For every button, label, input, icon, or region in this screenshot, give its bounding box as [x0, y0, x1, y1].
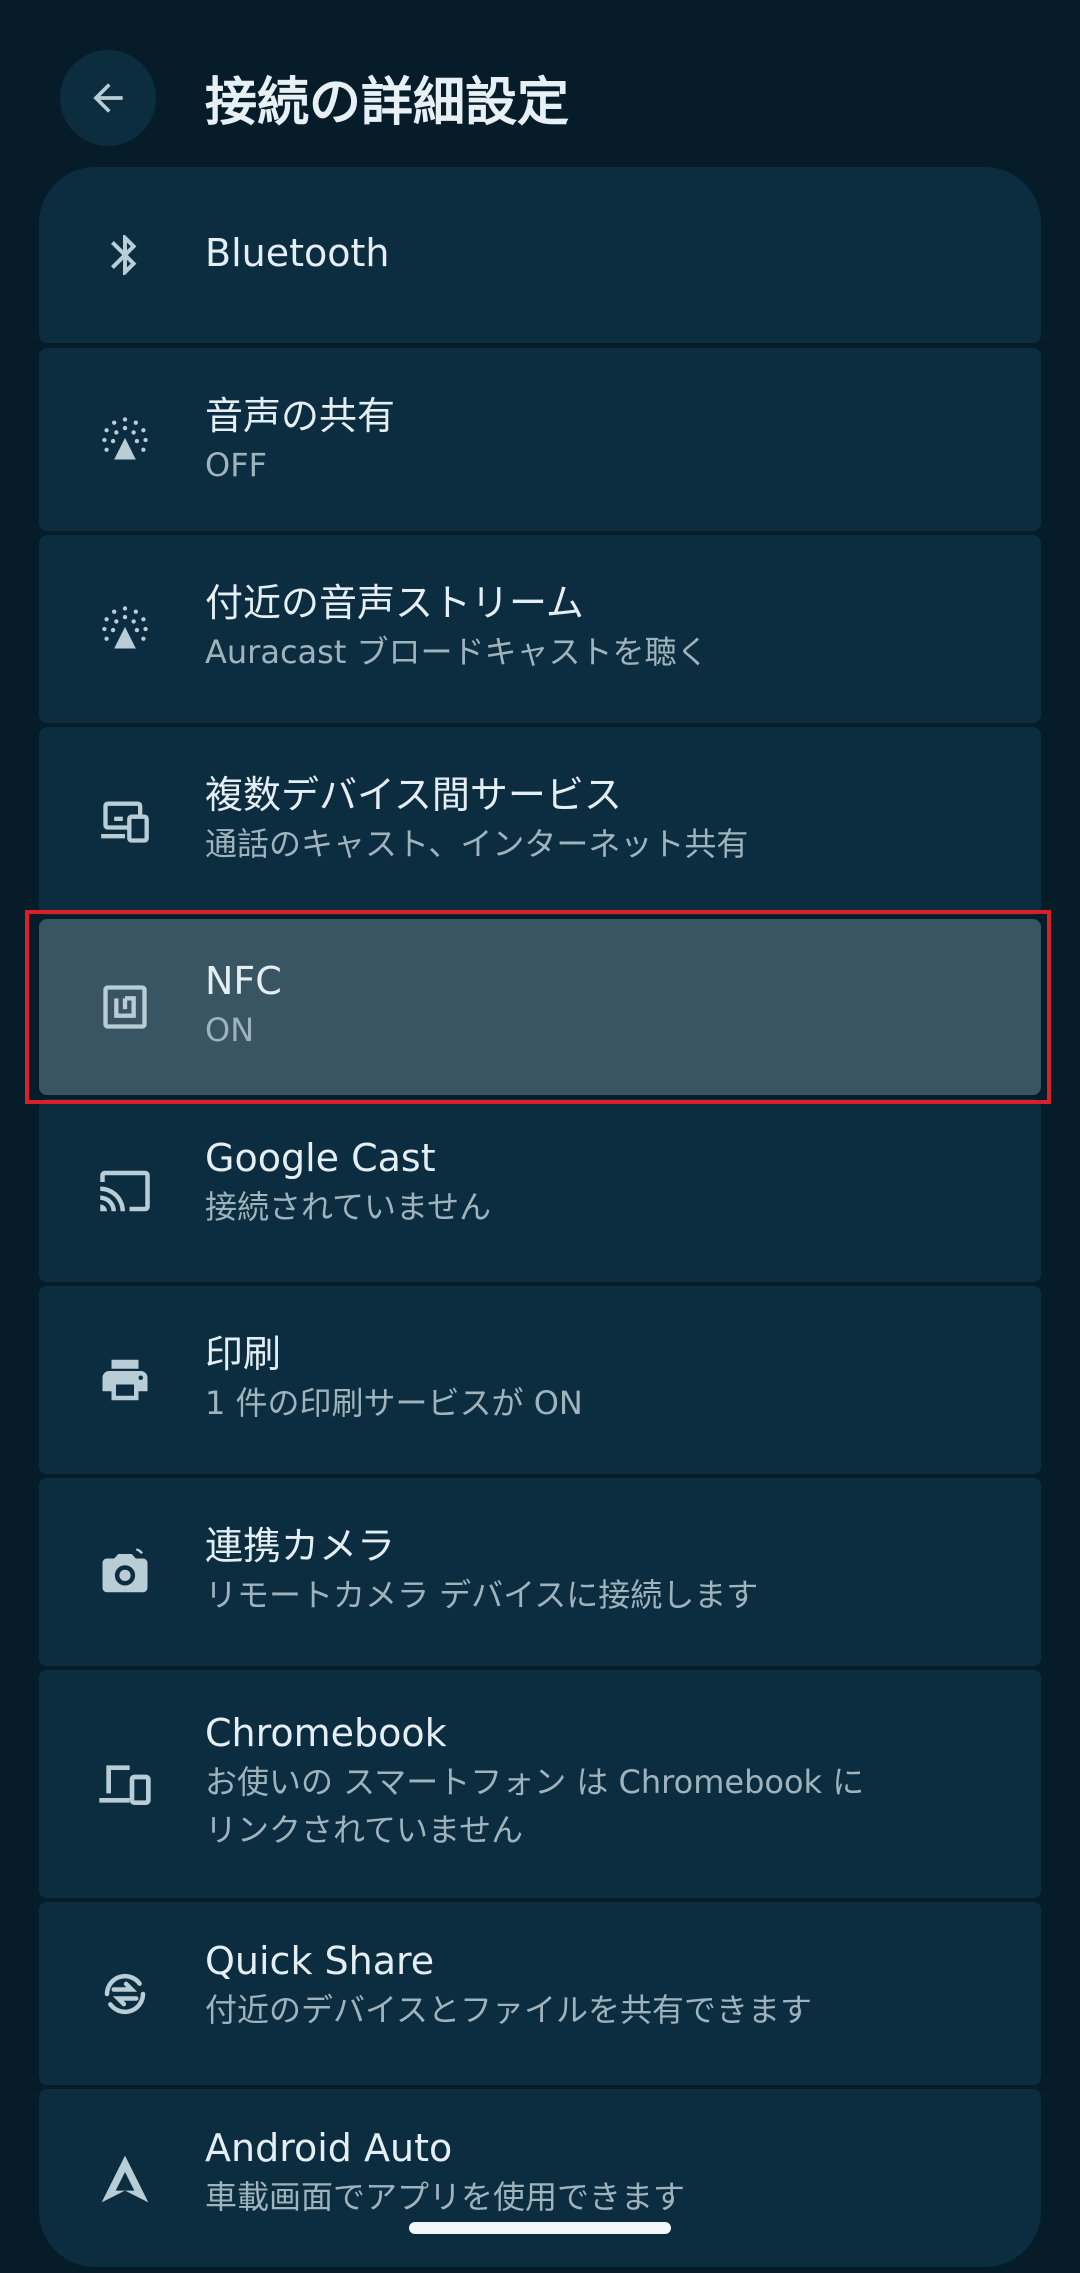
- setting-quick-share[interactable]: Quick Share 付近のデバイスとファイルを共有できます: [39, 1902, 1041, 2085]
- quick-share-icon: [97, 1966, 153, 2022]
- setting-title: Bluetooth: [205, 231, 390, 275]
- setting-nearby-audio-stream[interactable]: 付近の音声ストリーム Auracast ブロードキャストを聴く: [39, 535, 1041, 723]
- cast-icon: [97, 1163, 153, 1219]
- setting-summary: 付近のデバイスとファイルを共有できます: [205, 1991, 813, 2029]
- setting-summary: 車載画面でアプリを使用できます: [205, 2178, 686, 2216]
- setting-audio-sharing[interactable]: 音声の共有 OFF: [39, 348, 1041, 531]
- print-icon: [97, 1352, 153, 1408]
- bluetooth-icon: [97, 227, 153, 283]
- setting-summary: 通話のキャスト、インターネット共有: [205, 825, 749, 863]
- setting-android-auto[interactable]: Android Auto 車載画面でアプリを使用できます: [39, 2089, 1041, 2267]
- audio-stream-icon: [97, 601, 153, 657]
- page-title: 接続の詳細設定: [205, 73, 570, 133]
- setting-google-cast[interactable]: Google Cast 接続されていません: [39, 1099, 1041, 1282]
- cross-device-icon: [97, 793, 153, 849]
- summary-line: リンクされていません: [205, 1811, 524, 1849]
- setting-summary: Auracast ブロードキャストを聴く: [205, 633, 709, 671]
- setting-chromebook[interactable]: Chromebook お使いの スマートフォン は Chromebook に リ…: [39, 1670, 1041, 1898]
- arrow-back-icon: [86, 76, 130, 120]
- setting-summary: OFF: [205, 446, 267, 484]
- setting-title: 付近の音声ストリーム: [205, 581, 584, 625]
- gesture-navigation-handle[interactable]: [409, 2222, 671, 2234]
- setting-cross-device-services[interactable]: 複数デバイス間サービス 通話のキャスト、インターネット共有: [39, 727, 1041, 915]
- top-app-bar: 接続の詳細設定: [0, 0, 1080, 165]
- chromebook-icon: [97, 1756, 153, 1812]
- summary-line: お使いの スマートフォン は Chromebook に: [205, 1763, 865, 1801]
- nfc-icon: [97, 979, 153, 1035]
- setting-title: 音声の共有: [205, 394, 396, 438]
- setting-summary: お使いの スマートフォン は Chromebook に リンクされていません: [205, 1758, 1001, 1854]
- setting-title: Chromebook: [205, 1711, 447, 1755]
- setting-title: Google Cast: [205, 1136, 436, 1180]
- android-auto-icon: [97, 2151, 153, 2207]
- setting-summary: ON: [205, 1011, 255, 1049]
- setting-title: 印刷: [205, 1332, 282, 1376]
- setting-connected-camera[interactable]: 連携カメラ リモートカメラ デバイスに接続します: [39, 1478, 1041, 1666]
- audio-sharing-icon: [97, 412, 153, 468]
- back-button[interactable]: [60, 50, 156, 146]
- setting-summary: 接続されていません: [205, 1188, 492, 1226]
- setting-nfc[interactable]: NFC ON: [39, 919, 1041, 1095]
- setting-summary: 1 件の印刷サービスが ON: [205, 1384, 583, 1422]
- setting-summary: リモートカメラ デバイスに接続します: [205, 1576, 759, 1614]
- setting-title: Quick Share: [205, 1939, 435, 1983]
- setting-title: Android Auto: [205, 2126, 453, 2170]
- setting-title: 連携カメラ: [205, 1524, 396, 1568]
- setting-title: 複数デバイス間サービス: [205, 773, 622, 817]
- setting-printing[interactable]: 印刷 1 件の印刷サービスが ON: [39, 1286, 1041, 1474]
- setting-title: NFC: [205, 959, 282, 1003]
- setting-bluetooth[interactable]: Bluetooth: [39, 167, 1041, 343]
- camera-icon: [97, 1544, 153, 1600]
